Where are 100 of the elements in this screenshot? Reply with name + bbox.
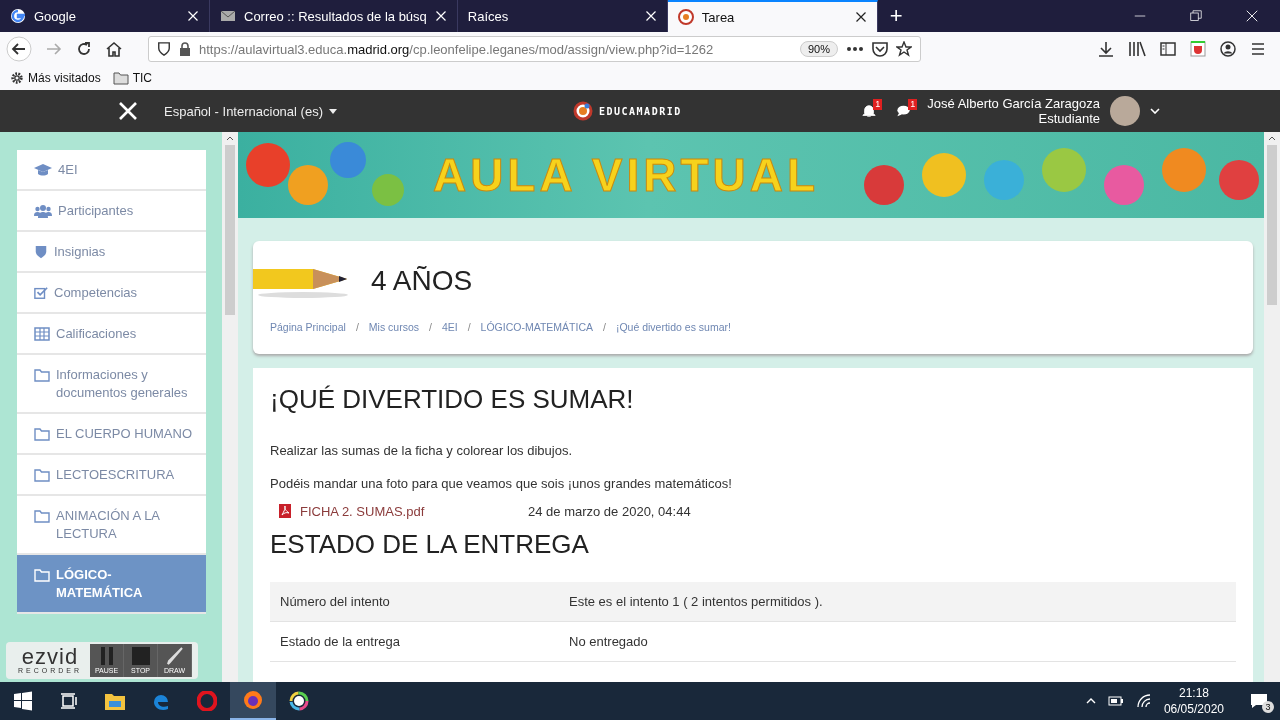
color-wheel-icon <box>289 691 309 711</box>
breadcrumb-link[interactable]: Mis cursos <box>368 321 419 333</box>
shield-icon <box>34 245 48 259</box>
task-view-icon <box>60 692 78 710</box>
folder-icon <box>34 468 50 482</box>
sidebar-item[interactable]: Competencias <box>17 273 206 314</box>
message-count: 1 <box>908 99 918 110</box>
account-icon <box>1220 41 1236 57</box>
description-text: Podéis mandar una foto para que veamos que sois ¡unos grandes matemáticos! <box>270 476 733 491</box>
sidebar-item[interactable]: LECTOESCRITURA <box>17 455 206 496</box>
download-icon <box>1098 41 1114 57</box>
google-icon <box>10 8 26 24</box>
breadcrumb-link[interactable]: ¡Qué divertido es sumar! <box>615 321 731 333</box>
assignment-title: ¡QUÉ DIVERTIDO ES SUMAR! <box>270 384 635 415</box>
extension-icon <box>1190 41 1206 57</box>
banner-title: AULA VIRTUAL <box>432 148 820 202</box>
shield-icon <box>157 42 171 56</box>
pdf-file-icon <box>278 503 292 519</box>
firefox-browser-icon <box>242 689 264 711</box>
star-icon <box>896 41 912 57</box>
chevron-down-icon <box>1150 108 1160 114</box>
scrollbar[interactable] <box>1264 132 1280 682</box>
file-date: 24 de marzo de 2020, 04:44 <box>528 503 691 519</box>
close-icon <box>854 11 867 23</box>
description-text: Realizar las sumas de la ficha y colorear los dibujos. <box>270 443 574 458</box>
user-role: Estudiante <box>1038 111 1100 126</box>
folder-icon <box>104 691 126 711</box>
folder-icon <box>112 71 129 85</box>
forward-arrow-icon <box>46 41 62 57</box>
breadcrumb-link[interactable]: 4EI <box>441 321 458 333</box>
notification-count: 1 <box>873 99 883 110</box>
site-logo-icon <box>677 9 694 25</box>
folder-icon <box>34 427 50 441</box>
folder-icon <box>34 368 50 382</box>
recorder-logo: ezvid <box>21 647 79 667</box>
more-dots-icon <box>846 46 864 52</box>
scrollbar-thumb[interactable] <box>225 145 235 315</box>
clock-date[interactable]: 06/05/2020 <box>1163 701 1224 717</box>
bookmark-link[interactable]: Más visitados <box>28 71 101 85</box>
site-logo-icon <box>573 101 593 121</box>
reload-icon <box>76 41 92 57</box>
section-title: ESTADO DE LA ENTREGA <box>270 529 590 560</box>
wifi-icon <box>1135 694 1152 708</box>
browser-tab[interactable]: Tarea <box>667 0 878 32</box>
new-tab-button[interactable]: + <box>877 0 915 32</box>
sidebar-item[interactable]: Informaciones y documentos generales <box>17 355 206 414</box>
windows-start-icon <box>13 691 33 711</box>
avatar[interactable] <box>1110 96 1140 126</box>
address-bar[interactable]: https://aulavirtual3.educa.madrid.org/cp.leonfelipe.leganes/mod/assign/view.php?id=1262 90% <box>148 36 921 62</box>
sidebar-item[interactable]: Insignias <box>17 232 206 273</box>
clock-time[interactable]: 21:18 <box>1178 685 1209 701</box>
library-icon <box>1128 41 1146 57</box>
breadcrumb-separator: / <box>467 321 471 333</box>
table-cell-text: Estado de la entrega <box>279 634 401 649</box>
battery-icon <box>1107 696 1124 706</box>
scroll-up-icon[interactable] <box>1268 136 1276 141</box>
folder-icon <box>34 509 50 523</box>
site-logo-text: EDUCAMADRID <box>599 105 682 117</box>
pen-icon <box>165 647 184 665</box>
menu-icon <box>1250 41 1266 57</box>
opera-browser-icon <box>197 691 217 711</box>
checkbox-icon <box>34 286 48 300</box>
zoom-level-button[interactable]: 90% <box>799 41 838 57</box>
notification-count: 3 <box>1262 701 1274 713</box>
bell-icon <box>862 104 877 118</box>
sidebar-item[interactable]: ANIMACIÓN A LA LECTURA <box>17 496 206 555</box>
sidebar-item[interactable]: Calificaciones <box>17 314 206 355</box>
close-icon <box>118 101 138 121</box>
scrollbar[interactable] <box>222 132 238 682</box>
breadcrumb-separator: / <box>429 321 432 333</box>
scroll-up-icon[interactable] <box>226 136 234 141</box>
breadcrumb-separator: / <box>603 321 606 333</box>
pause-icon <box>98 647 115 665</box>
stop-icon <box>131 647 150 665</box>
scrollbar-thumb[interactable] <box>1267 145 1277 305</box>
file-link[interactable]: FICHA 2. SUMAS.pdf <box>300 503 520 519</box>
chevron-up-icon <box>1085 698 1096 704</box>
home-icon <box>106 41 122 57</box>
table-icon <box>34 327 50 341</box>
gear-icon <box>10 71 24 85</box>
folder-icon <box>34 568 50 582</box>
restore-icon <box>1190 10 1202 22</box>
sidebar-icon <box>1160 41 1176 57</box>
language-dropdown[interactable]: Español - Internacional (es) <box>164 103 337 119</box>
table-cell: No entregado <box>569 634 648 649</box>
envelope-icon <box>220 8 236 24</box>
table-cell: Este es el intento 1 ( 2 intentos permitidos ). <box>569 594 823 609</box>
pocket-icon <box>872 41 888 57</box>
breadcrumb-link[interactable]: LÓGICO-MATEMÁTICA <box>480 321 593 333</box>
users-icon <box>34 204 52 218</box>
caret-icon <box>329 108 337 114</box>
course-title: 4 AÑOS <box>371 265 473 297</box>
close-icon <box>434 10 447 22</box>
bookmark-link[interactable]: TIC <box>132 71 153 85</box>
breadcrumb-link[interactable]: Página Principal <box>270 321 346 333</box>
close-icon <box>644 10 657 22</box>
user-name[interactable]: José Alberto García Zaragoza <box>927 96 1100 111</box>
close-icon <box>187 10 199 22</box>
breadcrumb-separator: / <box>355 321 359 333</box>
sidebar-item[interactable]: Participantes <box>17 191 206 232</box>
